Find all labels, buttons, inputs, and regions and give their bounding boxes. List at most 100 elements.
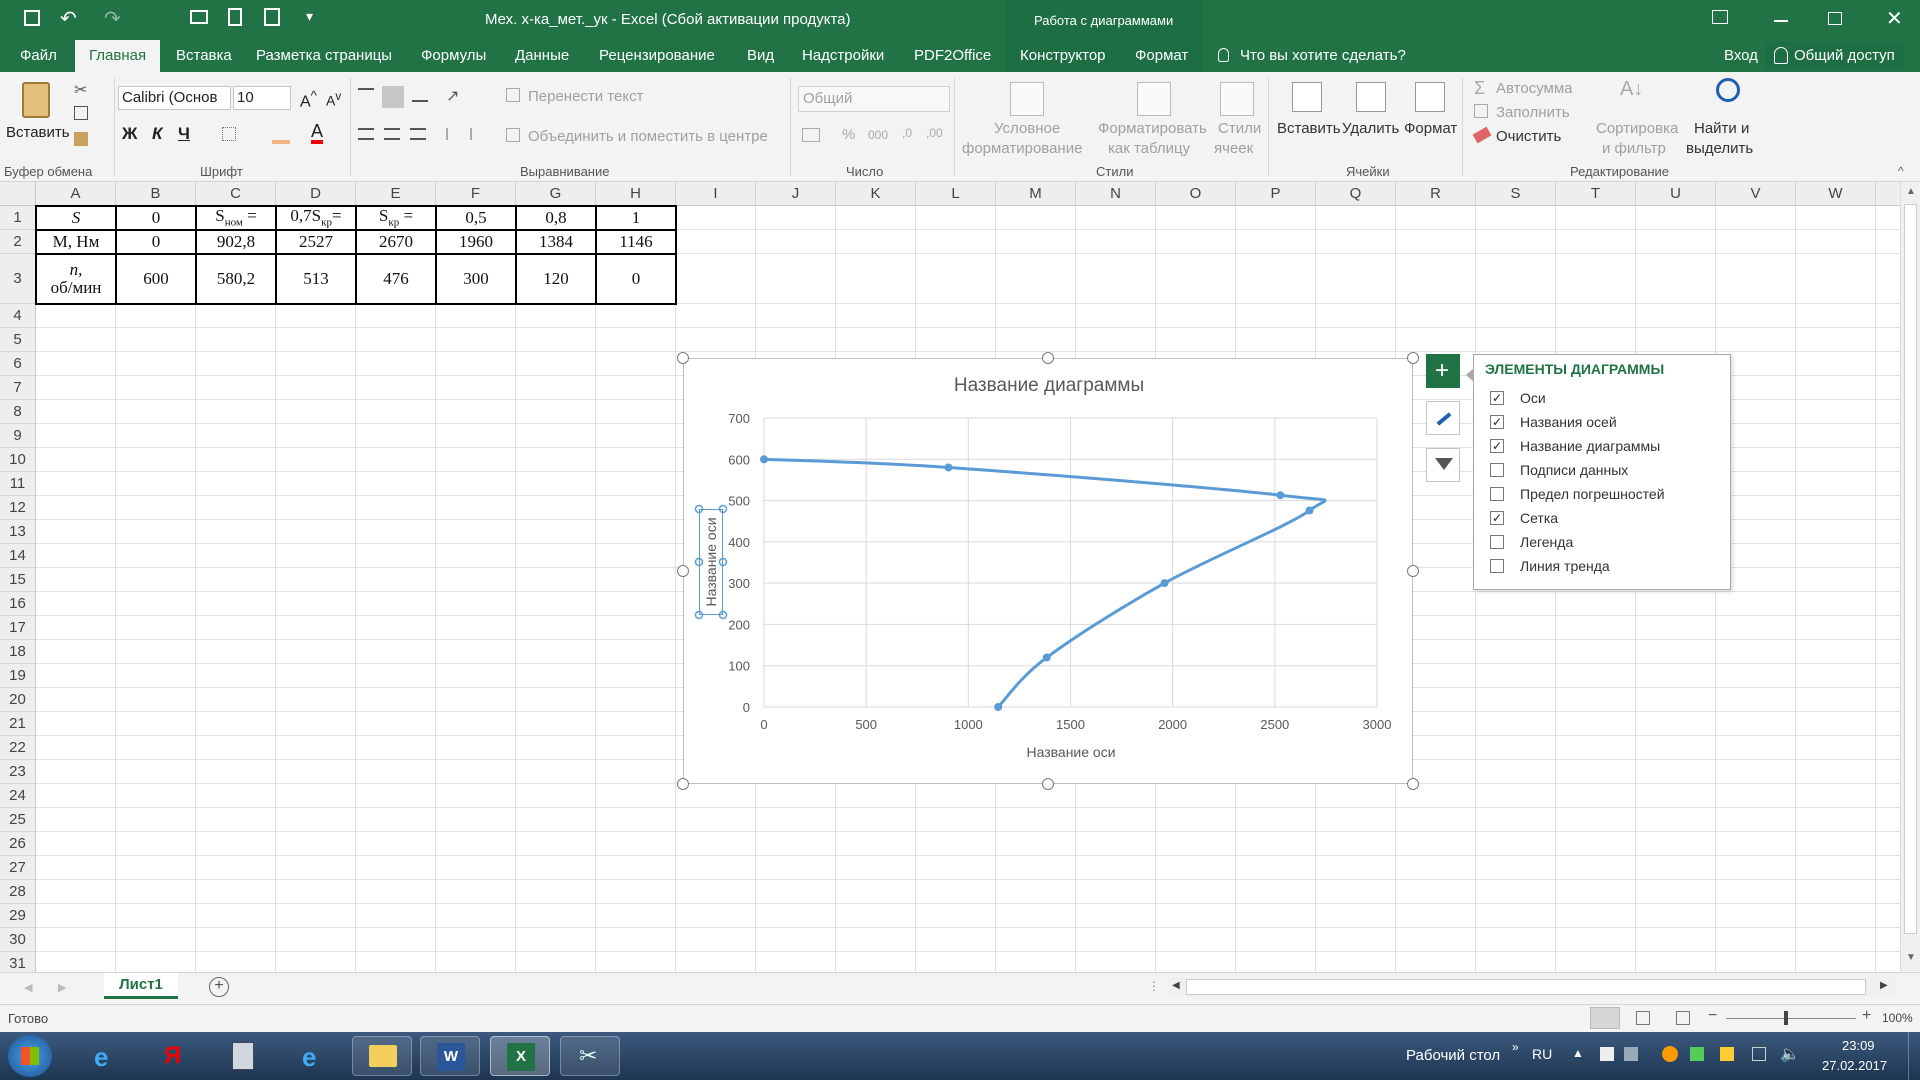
row-header-7[interactable]: 7 (0, 376, 36, 400)
cell-styles-icon[interactable] (1220, 82, 1254, 116)
format-cells-button[interactable]: Формат (1404, 120, 1457, 137)
align-bottom-icon[interactable] (412, 88, 428, 102)
conditional-format-label-2[interactable]: форматирование (962, 140, 1082, 157)
cell-a1[interactable]: S (36, 206, 116, 230)
column-header-r[interactable]: R (1396, 182, 1476, 206)
taskbar-excel-icon[interactable]: X (490, 1036, 550, 1076)
chart-element-option[interactable]: ✓ Названия осей (1490, 413, 1720, 433)
merge-center-button[interactable]: Объединить и поместить в центре (528, 128, 768, 145)
ribbon-display-icon[interactable] (1712, 10, 1728, 24)
column-header-j[interactable]: J (756, 182, 836, 206)
column-header-d[interactable]: D (276, 182, 356, 206)
undo-icon[interactable]: ↶ (60, 6, 77, 31)
checkbox-empty-icon[interactable] (1490, 535, 1504, 549)
maximize-button[interactable] (1828, 12, 1842, 25)
column-header-t[interactable]: T (1556, 182, 1636, 206)
row-header-13[interactable]: 13 (0, 520, 36, 544)
redo-icon[interactable]: ↷ (104, 6, 121, 31)
chart-element-option[interactable]: Подписи данных (1490, 461, 1720, 481)
taskbar-calculator-icon[interactable] (214, 1036, 274, 1076)
paste-button[interactable]: Вставить (4, 78, 70, 158)
tab-addins[interactable]: Надстройки (800, 40, 886, 72)
orientation-icon[interactable]: ↗ (446, 86, 459, 106)
row-header-30[interactable]: 30 (0, 928, 36, 952)
number-format-select[interactable]: Общий (798, 86, 950, 112)
add-sheet-button[interactable]: + (209, 977, 229, 997)
cell-g2[interactable]: 1384 (516, 230, 596, 254)
column-header-b[interactable]: B (116, 182, 196, 206)
format-painter-icon[interactable] (74, 132, 88, 146)
tab-formulas[interactable]: Формулы (419, 40, 488, 72)
new-file-icon[interactable] (228, 8, 242, 26)
column-header-w[interactable]: W (1796, 182, 1876, 206)
row-header-8[interactable]: 8 (0, 400, 36, 424)
insert-cells-icon[interactable] (1292, 82, 1322, 112)
cell-e2[interactable]: 2670 (356, 230, 436, 254)
column-header-c[interactable]: C (196, 182, 276, 206)
increase-font-icon[interactable]: A^ (300, 88, 317, 111)
format-table-label-2[interactable]: как таблицу (1108, 140, 1190, 157)
chart-element-option[interactable]: ✓ Оси (1490, 389, 1720, 409)
format-table-icon[interactable] (1137, 82, 1171, 116)
cell-h2[interactable]: 1146 (596, 230, 676, 254)
share-button[interactable]: Общий доступ (1766, 42, 1904, 70)
toolbar-expand-icon[interactable]: » (1512, 1040, 1519, 1054)
decrease-indent-icon[interactable] (446, 128, 462, 140)
volume-icon[interactable]: 🔈 (1780, 1044, 1800, 1064)
chart-element-option[interactable]: Линия тренда (1490, 557, 1720, 577)
next-sheet-arrow[interactable]: ▶ (58, 981, 66, 994)
zoom-out-button[interactable]: − (1708, 1007, 1717, 1025)
row-header-29[interactable]: 29 (0, 904, 36, 928)
page-layout-view-icon[interactable] (1636, 1011, 1650, 1025)
percent-icon[interactable]: % (842, 126, 855, 143)
checkbox-checked-icon[interactable]: ✓ (1490, 415, 1504, 429)
horizontal-scrollbar[interactable]: ◀ ▶ (1168, 977, 1896, 997)
row-header-3[interactable]: 3 (0, 254, 36, 304)
sign-in-link[interactable]: Вход (1722, 40, 1760, 72)
conditional-format-label-1[interactable]: Условное (994, 120, 1060, 137)
column-header-k[interactable]: K (836, 182, 916, 206)
zoom-in-button[interactable]: + (1862, 1007, 1871, 1025)
delete-cells-button[interactable]: Удалить (1342, 120, 1399, 137)
checkbox-empty-icon[interactable] (1490, 463, 1504, 477)
row-header-28[interactable]: 28 (0, 880, 36, 904)
cell-styles-label-1[interactable]: Стили (1218, 120, 1261, 137)
row-header-10[interactable]: 10 (0, 448, 36, 472)
column-header-s[interactable]: S (1476, 182, 1556, 206)
cell-g3[interactable]: 120 (516, 254, 596, 304)
scroll-down-arrow[interactable]: ▼ (1906, 952, 1916, 963)
insert-cells-button[interactable]: Вставить (1277, 120, 1341, 137)
column-header-h[interactable]: H (596, 182, 676, 206)
comma-icon[interactable]: 000 (868, 128, 888, 142)
desktop-toolbar-label[interactable]: Рабочий стол (1406, 1047, 1500, 1064)
start-button[interactable] (8, 1035, 52, 1077)
increase-decimal-icon[interactable]: ,0 (902, 126, 912, 140)
align-top-icon[interactable] (358, 88, 374, 100)
tab-home[interactable]: Главная (75, 40, 161, 72)
column-header-g[interactable]: G (516, 182, 596, 206)
row-header-14[interactable]: 14 (0, 544, 36, 568)
chart-element-option[interactable]: ✓ Сетка (1490, 509, 1720, 529)
chart-resize-handle[interactable] (1042, 778, 1054, 790)
vertical-scrollbar[interactable]: ▲ ▼ (1900, 182, 1920, 972)
sort-filter-icon[interactable]: A↓ (1620, 78, 1643, 101)
tab-data[interactable]: Данные (513, 40, 571, 72)
chart-resize-handle[interactable] (677, 565, 689, 577)
magnifier-icon[interactable] (1716, 78, 1740, 102)
row-header-6[interactable]: 6 (0, 352, 36, 376)
y-axis-title-box[interactable] (699, 509, 723, 615)
cell-h1[interactable]: 1 (596, 206, 676, 230)
row-header-5[interactable]: 5 (0, 328, 36, 352)
taskbar-ie-icon[interactable]: e (78, 1036, 138, 1076)
merge-center-icon[interactable] (506, 128, 520, 142)
tab-split-handle[interactable]: ⋮ (1148, 979, 1160, 993)
column-header-a[interactable]: A (36, 182, 116, 206)
clock-time[interactable]: 23:09 (1842, 1038, 1875, 1053)
collapse-ribbon-icon[interactable]: ^ (1898, 164, 1904, 178)
close-button[interactable]: ✕ (1886, 6, 1903, 31)
column-header-u[interactable]: U (1636, 182, 1716, 206)
clear-button[interactable]: Очистить (1496, 128, 1561, 145)
fill-icon[interactable] (1474, 104, 1488, 118)
language-indicator[interactable]: RU (1532, 1046, 1552, 1062)
chart-resize-handle[interactable] (1407, 565, 1419, 577)
